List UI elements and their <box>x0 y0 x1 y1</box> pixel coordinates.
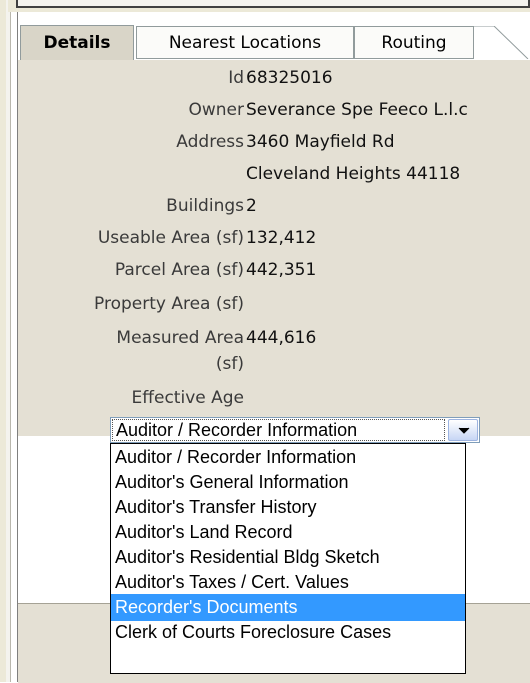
tab-details[interactable]: Details <box>20 25 134 60</box>
dropdown-option-highlighted[interactable]: Recorder's Documents <box>111 594 465 621</box>
detail-label: (sf) <box>215 354 244 374</box>
detail-label: Property Area (sf) <box>94 294 244 314</box>
report-select-value[interactable]: Auditor / Recorder Information <box>112 419 445 441</box>
report-select-dropdown: Auditor / Recorder Information Auditor's… <box>110 443 466 674</box>
detail-value: Cleveland Heights 44118 <box>246 164 461 184</box>
detail-value: 442,351 <box>246 260 317 280</box>
detail-label: Buildings <box>166 196 244 216</box>
detail-label: Useable Area (sf) <box>97 228 244 248</box>
detail-label: Effective Age <box>131 388 244 408</box>
dropdown-option[interactable]: Auditor's General Information <box>111 469 465 496</box>
dropdown-option[interactable]: Auditor's Residential Bldg Sketch <box>111 544 465 571</box>
report-select-button[interactable] <box>448 419 478 441</box>
dropdown-option[interactable]: Auditor's Land Record <box>111 519 465 546</box>
detail-label: Measured Area <box>116 328 244 348</box>
detail-value: 2 <box>246 196 257 216</box>
detail-value: 132,412 <box>246 228 317 248</box>
detail-label: Address <box>176 132 244 152</box>
splitter[interactable] <box>6 0 11 682</box>
dropdown-option[interactable]: Auditor / Recorder Information <box>111 444 465 471</box>
detail-value: 68325016 <box>246 68 333 88</box>
report-select[interactable]: Auditor / Recorder Information <box>110 417 480 443</box>
detail-label: Owner <box>188 100 244 120</box>
detail-label: Id <box>228 68 244 88</box>
details-content: Id 68325016 Owner Severance Spe Feeco L.… <box>18 60 530 436</box>
tab-routing[interactable]: Routing <box>354 26 474 59</box>
detail-label: Parcel Area (sf) <box>114 260 244 280</box>
dropdown-option[interactable]: Clerk of Courts Foreclosure Cases <box>111 619 465 646</box>
dropdown-option[interactable]: Auditor's Transfer History <box>111 494 465 521</box>
upper-pane-border <box>16 0 530 8</box>
detail-value: 444,616 <box>246 328 317 348</box>
tab-strip: Details Nearest Locations Routing <box>18 25 530 61</box>
top-strip <box>8 0 530 12</box>
dropdown-option[interactable]: Auditor's Taxes / Cert. Values <box>111 569 465 596</box>
chevron-down-icon <box>458 427 470 434</box>
tab-strip-fold <box>474 26 529 59</box>
detail-value: 3460 Mayfield Rd <box>246 132 395 152</box>
tab-nearest-locations[interactable]: Nearest Locations <box>136 26 354 59</box>
detail-value: Severance Spe Feeco L.l.c <box>246 100 468 120</box>
